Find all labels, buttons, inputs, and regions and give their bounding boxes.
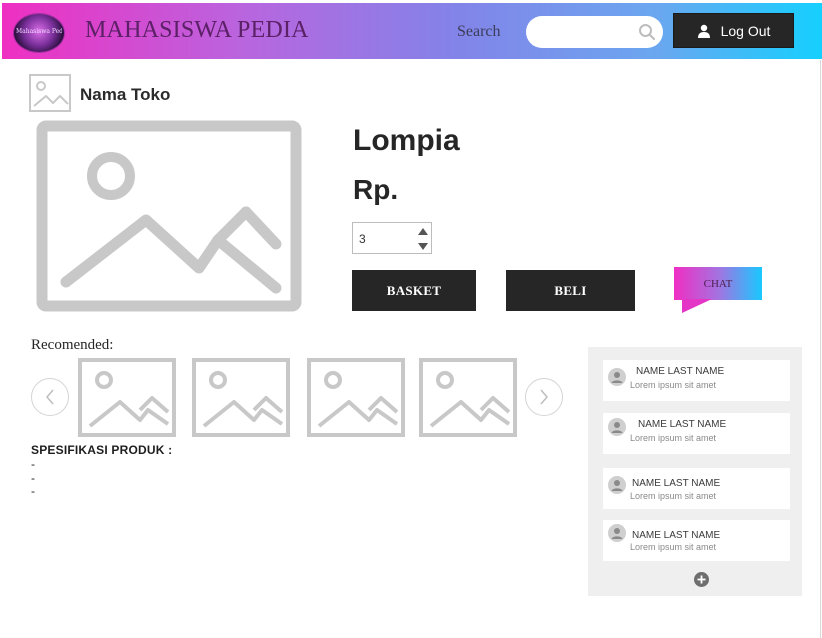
chat-bubble-tail (682, 299, 712, 313)
avatar-icon (608, 476, 626, 494)
chat-list-item[interactable]: NAME LAST NAME Lorem ipsum sit amet (603, 468, 790, 509)
chevron-left-icon (46, 389, 54, 405)
chat-list-panel: NAME LAST NAME Lorem ipsum sit amet NAME… (588, 347, 802, 596)
quantity-stepper[interactable]: 3 (352, 222, 432, 254)
avatar-icon (608, 524, 626, 542)
top-header: Mahasiswa Pedia MAHASISWA PEDIA Search L… (2, 3, 822, 59)
chat-list-item[interactable]: NAME LAST NAME Lorem ipsum sit amet (603, 413, 790, 454)
chat-message-preview: Lorem ipsum sit amet (630, 380, 717, 390)
spec-item: - (31, 470, 35, 485)
plus-circle-icon[interactable] (694, 572, 709, 587)
logo-text: Mahasiswa Pedia (16, 28, 62, 35)
store-name[interactable]: Nama Toko (80, 85, 170, 105)
logout-label: Log Out (720, 22, 771, 39)
recommended-item-image[interactable] (78, 358, 176, 437)
chat-message-preview: Lorem ipsum sit amet (630, 491, 717, 501)
chat-contact-name: NAME LAST NAME (636, 366, 725, 377)
chevron-right-icon (540, 389, 548, 405)
carousel-next-button[interactable] (525, 378, 563, 416)
recommended-item-image[interactable] (307, 358, 405, 437)
chat-button[interactable]: CHAT (674, 267, 762, 313)
search-icon[interactable] (638, 23, 656, 41)
product-price: Rp. (353, 174, 399, 205)
basket-button[interactable]: BASKET (352, 270, 476, 311)
chat-message-preview: Lorem ipsum sit amet (630, 433, 717, 443)
avatar-icon (608, 368, 626, 386)
search-label: Search (457, 23, 501, 40)
product-name: Lompia (353, 124, 460, 157)
recommended-item-image[interactable] (419, 358, 517, 437)
carousel-prev-button[interactable] (31, 378, 69, 416)
spec-item: - (31, 457, 35, 471)
user-icon (697, 24, 710, 38)
recommended-item-image[interactable] (192, 358, 290, 437)
stepper-up-icon[interactable] (417, 226, 429, 237)
chat-contact-name: NAME LAST NAME (632, 478, 721, 489)
chat-list-item[interactable]: NAME LAST NAME Lorem ipsum sit amet (603, 520, 790, 561)
store-image-icon[interactable] (29, 74, 71, 112)
chat-label: CHAT (703, 277, 733, 290)
page-scroll-border (820, 60, 821, 638)
product-image[interactable] (36, 120, 302, 312)
chat-bubble[interactable]: CHAT (674, 267, 762, 300)
quantity-value[interactable]: 3 (359, 232, 366, 246)
avatar-icon (608, 418, 626, 436)
recommended-label: Recomended: (31, 337, 114, 353)
chat-list-item[interactable]: NAME LAST NAME Lorem ipsum sit amet (603, 360, 790, 401)
spec-title: SPESIFIKASI PRODUK : (31, 443, 173, 457)
chat-message-preview: Lorem ipsum sit amet (630, 542, 717, 552)
chat-contact-name: NAME LAST NAME (638, 419, 727, 430)
chat-contact-name: NAME LAST NAME (632, 530, 721, 541)
stepper-down-icon[interactable] (417, 241, 429, 252)
site-logo[interactable]: Mahasiswa Pedia (14, 14, 64, 52)
logout-button[interactable]: Log Out (673, 13, 794, 48)
spec-list: - - - (31, 457, 35, 499)
site-brand[interactable]: MAHASISWA PEDIA (85, 17, 309, 44)
buy-button[interactable]: BELI (506, 270, 635, 311)
spec-item: - (31, 484, 35, 498)
